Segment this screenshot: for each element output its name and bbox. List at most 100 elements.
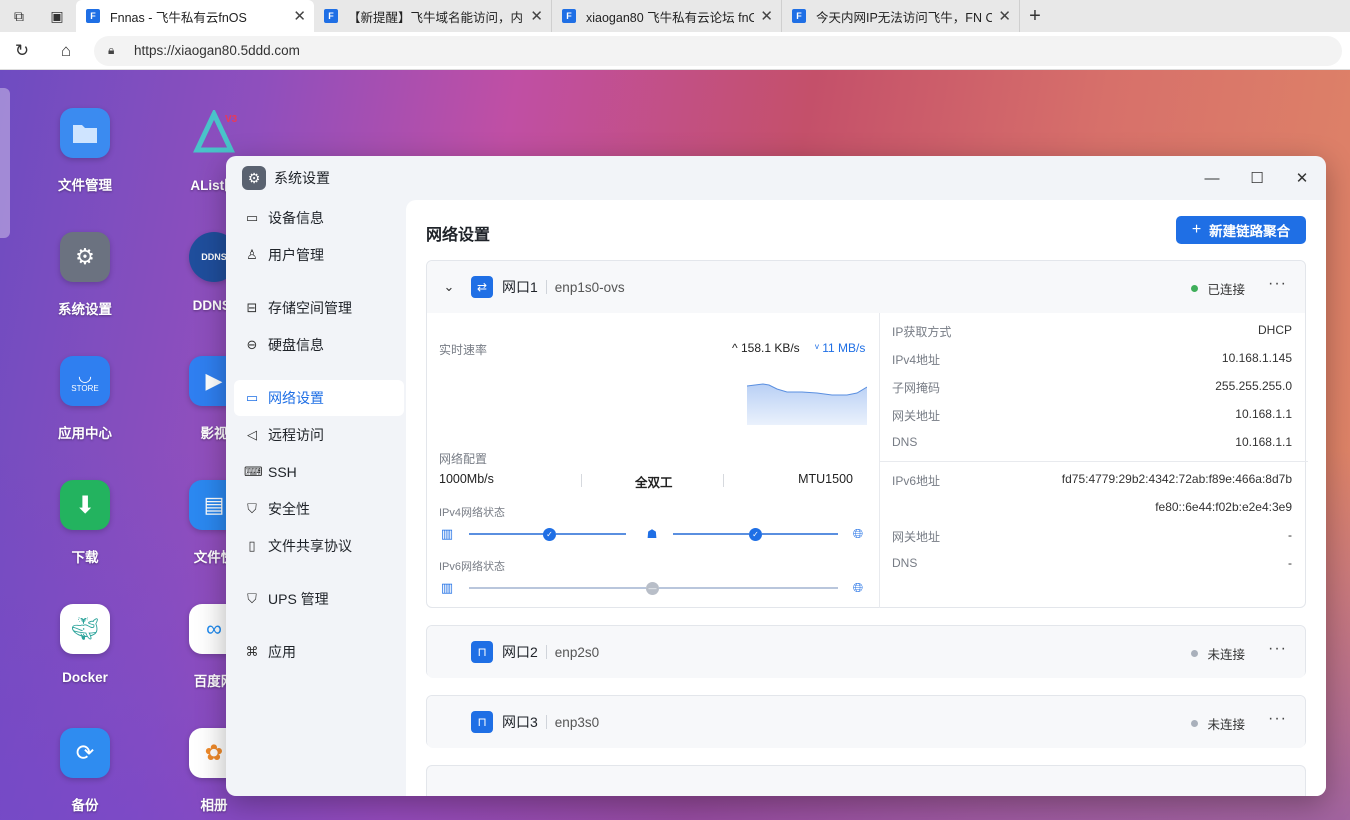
new-link-aggregation-button[interactable]: + 新建链路聚合 bbox=[1176, 216, 1306, 244]
ddns-icon-text: DDNS bbox=[201, 252, 227, 262]
url-field[interactable]: 🔒︎ https://xiaogan80.5ddd.com bbox=[94, 35, 1342, 66]
desktop-icon-file-manager[interactable]: 文件管理 bbox=[37, 108, 133, 194]
ip-info-row: 网关地址 10.168.1.1 bbox=[892, 407, 1292, 427]
apps-icon: ⌘ bbox=[245, 644, 259, 659]
sidebar-item-label: 网络设置 bbox=[268, 390, 324, 406]
ip-info-row: IP获取方式 DHCP bbox=[892, 323, 1292, 343]
shield-icon: ⛉ bbox=[247, 501, 257, 516]
tab-actions-icon[interactable]: ▣ bbox=[38, 0, 76, 32]
port-card-header[interactable]: ⌄ ⇄ 网口1 enp1s0-ovs 已连接 ··· bbox=[427, 261, 1305, 313]
sidebar-item-apps[interactable]: ⌘ 应用 bbox=[234, 634, 404, 670]
port-card-1: ⌄ ⇄ 网口1 enp1s0-ovs 已连接 ··· 实时速率 ^ 158.1 … bbox=[426, 260, 1308, 608]
network-config-row: 1000Mb/s 全双工 MTU1500 bbox=[439, 472, 867, 490]
desktop-icon-download[interactable]: ⬇ 下载 bbox=[37, 480, 133, 566]
ip-info-row: DNS - bbox=[892, 556, 1292, 576]
sidebar-item-file-sharing[interactable]: ▯ 文件共享协议 bbox=[234, 528, 404, 564]
window-title-bar[interactable]: ⚙ 系统设置 — ☐ ✕ bbox=[226, 156, 1326, 200]
home-icon[interactable]: ⌂ bbox=[44, 32, 88, 70]
chevron-down-icon[interactable]: ⌄ bbox=[427, 279, 471, 295]
user-icon: ♙ bbox=[246, 247, 258, 262]
more-options-icon[interactable]: ··· bbox=[1268, 710, 1287, 728]
ethernet-port-icon: ⊓ bbox=[471, 711, 493, 733]
sidebar-item-users[interactable]: ♙ 用户管理 bbox=[234, 237, 404, 273]
upload-speed-value: 158.1 KB/s bbox=[740, 341, 800, 355]
ip-info-value: fe80::6e44:f02b:e2e4:3e9 bbox=[1155, 500, 1292, 514]
port-card-header[interactable]: ⊓ 网口2 enp2s0 未连接 ··· bbox=[427, 626, 1305, 678]
alist-icon: V3 bbox=[189, 108, 239, 158]
sidebar-item-storage[interactable]: ⊟ 存储空间管理 bbox=[234, 290, 404, 326]
address-bar: ↻ ⌂ 🔒︎ https://xiaogan80.5ddd.com bbox=[0, 32, 1350, 70]
maximize-icon[interactable]: ☐ bbox=[1247, 168, 1267, 188]
status-dot bbox=[1191, 720, 1199, 727]
network-icon: ▭ bbox=[245, 390, 259, 405]
port-interface: enp3s0 bbox=[554, 714, 600, 730]
ip-info-row: DNS 10.168.1.1 bbox=[892, 435, 1292, 455]
more-options-icon[interactable]: ··· bbox=[1268, 275, 1287, 293]
workspaces-icon[interactable]: ⧉ bbox=[0, 0, 38, 32]
desktop-icon-docker[interactable]: 🐳︎ Docker bbox=[37, 604, 133, 685]
ip-info-key: 子网掩码 bbox=[892, 381, 941, 395]
sidebar-item-device-info[interactable]: ▭ 设备信息 bbox=[234, 200, 404, 236]
desktop-icon-label: 相册 bbox=[200, 798, 228, 813]
desktop-icon-label: 下载 bbox=[71, 550, 99, 565]
close-tab-icon[interactable]: ✕ bbox=[530, 7, 543, 25]
close-tab-icon[interactable]: ✕ bbox=[760, 7, 773, 25]
status-badge: 未连接 bbox=[1191, 714, 1245, 733]
ups-icon: ⛉ bbox=[247, 591, 257, 606]
port-card-header[interactable]: ⊓ 网口3 enp3s0 未连接 ··· bbox=[427, 696, 1305, 748]
download-speed: ᵛ 11 MB/s bbox=[815, 341, 865, 355]
duplex-mode: 全双工 bbox=[635, 476, 673, 490]
close-tab-icon[interactable]: ✕ bbox=[998, 7, 1011, 25]
desktop-icon-app-center[interactable]: ◡ STORE 应用中心 bbox=[37, 356, 133, 442]
svg-text:V3: V3 bbox=[225, 114, 237, 125]
sidebar-item-network[interactable]: ▭ 网络设置 bbox=[234, 380, 404, 416]
settings-window: ⚙ 系统设置 — ☐ ✕ ▭ 设备信息 ♙ 用户管理 ⊟ 存储空间管理 ⊖ 硬盘信息 ▭… bbox=[226, 156, 1326, 796]
more-options-icon[interactable]: ··· bbox=[1268, 640, 1287, 658]
status-text: 未连接 bbox=[1207, 648, 1245, 662]
lock-icon: 🔒︎ bbox=[108, 43, 115, 57]
globe-icon: 🌐︎ bbox=[852, 580, 864, 595]
desktop-icon-system-settings[interactable]: ⚙ 系统设置 bbox=[37, 232, 133, 318]
ip-info-row: 网关地址 - bbox=[892, 528, 1292, 548]
port-realtime-panel: 实时速率 ^ 158.1 KB/s ᵛ 11 MB/s 网络配置 1000Mb/… bbox=[427, 313, 879, 608]
sidebar-item-disk-info[interactable]: ⊖ 硬盘信息 bbox=[234, 327, 404, 363]
dock-edge[interactable] bbox=[0, 88, 10, 238]
sidebar-item-ssh[interactable]: ⌨ SSH bbox=[234, 454, 404, 490]
status-badge: 已连接 bbox=[1191, 279, 1245, 298]
browser-tab-forum-3[interactable]: F 今天内网IP无法访问飞牛，FN Co ✕ bbox=[782, 0, 1020, 32]
ip-info-row: 子网掩码 255.255.255.0 bbox=[892, 379, 1292, 399]
ip-info-key: 网关地址 bbox=[892, 530, 941, 544]
ip-info-key: IPv4地址 bbox=[892, 353, 941, 367]
globe-icon: 🌐︎ bbox=[852, 526, 864, 541]
ip-info-value: 10.168.1.1 bbox=[1235, 435, 1292, 449]
status-badge: 未连接 bbox=[1191, 644, 1245, 663]
ip-info-value: 10.168.1.1 bbox=[1235, 407, 1292, 421]
network-config-label: 网络配置 bbox=[439, 452, 488, 466]
close-tab-icon[interactable]: ✕ bbox=[293, 7, 306, 25]
close-icon[interactable]: ✕ bbox=[1292, 168, 1312, 188]
ip-info-key: IP获取方式 bbox=[892, 325, 952, 339]
reload-icon[interactable]: ↻ bbox=[0, 32, 44, 70]
traffic-sparkline bbox=[747, 383, 867, 425]
network-settings-panel: 网络设置 + 新建链路聚合 ⌄ ⇄ 网口1 enp1s0-ovs 已连接 ··· … bbox=[406, 200, 1326, 796]
sidebar-item-remote-access[interactable]: ◁ 远程访问 bbox=[234, 417, 404, 453]
ip-info-value: 255.255.255.0 bbox=[1215, 379, 1292, 393]
remote-icon: ◁ bbox=[247, 427, 257, 442]
browser-tab-forum-2[interactable]: F xiaogan80 飞牛私有云论坛 fnOS ✕ bbox=[552, 0, 782, 32]
browser-tab-bar: ⧉ ▣ F Fnnas - 飞牛私有云fnOS ✕ F 【新提醒】飞牛域名能访问… bbox=[0, 0, 1350, 32]
browser-tab-fnnas[interactable]: F Fnnas - 飞牛私有云fnOS ✕ bbox=[76, 0, 314, 32]
port-name: 网口1 bbox=[502, 279, 538, 295]
browser-tab-forum-1[interactable]: F 【新提醒】飞牛域名能访问，内网 ✕ bbox=[314, 0, 552, 32]
minimize-icon[interactable]: — bbox=[1202, 168, 1222, 188]
ssh-icon: ⌨ bbox=[244, 464, 263, 479]
port-name: 网口3 bbox=[502, 714, 538, 730]
storage-icon: ⊟ bbox=[246, 300, 258, 315]
upload-arrow-icon: ^ bbox=[732, 341, 741, 355]
desktop-icon-backup[interactable]: ⟳ 备份 bbox=[37, 728, 133, 814]
sidebar-item-security[interactable]: ⛉ 安全性 bbox=[234, 491, 404, 527]
sidebar-item-ups[interactable]: ⛉ UPS 管理 bbox=[234, 581, 404, 617]
new-tab-icon[interactable]: + bbox=[1020, 0, 1050, 32]
ip-info-key: IPv6地址 bbox=[892, 474, 941, 488]
ip-info-key: DNS bbox=[892, 556, 918, 570]
status-text: 已连接 bbox=[1207, 283, 1245, 297]
